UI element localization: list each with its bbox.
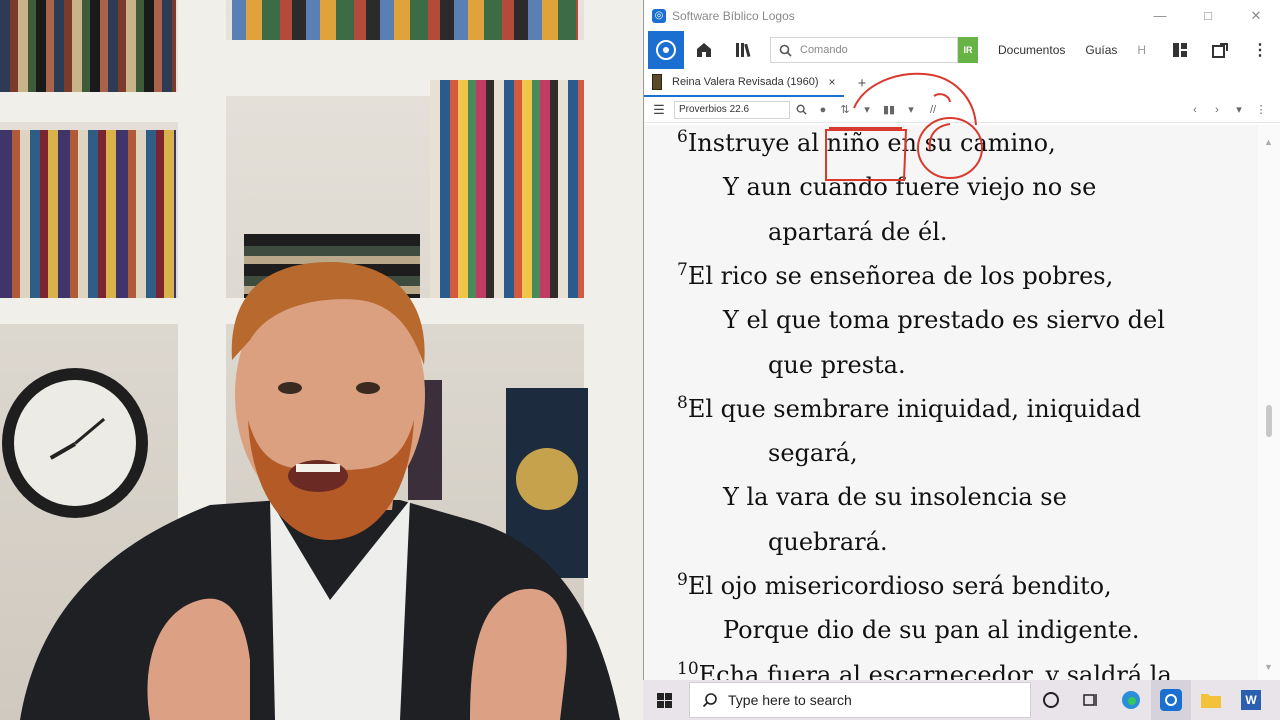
cortana-icon[interactable] xyxy=(1031,680,1071,720)
taskbar-search-input[interactable] xyxy=(728,692,1018,708)
task-view-icon[interactable] xyxy=(1071,680,1111,720)
scroll-thumb[interactable] xyxy=(1266,405,1272,437)
search-icon xyxy=(702,693,717,708)
file-explorer-icon[interactable] xyxy=(1191,680,1231,720)
vertical-scrollbar[interactable]: ▲ ▼ xyxy=(1258,125,1280,680)
scroll-up-icon[interactable]: ▲ xyxy=(1264,137,1273,147)
windows-taskbar: W xyxy=(643,680,1280,720)
word-icon[interactable]: W xyxy=(1231,680,1271,720)
presenter xyxy=(20,262,620,720)
windows-start-icon[interactable] xyxy=(643,680,685,720)
webcam-video xyxy=(0,0,643,720)
ink-annotations xyxy=(825,72,983,181)
taskbar-search[interactable] xyxy=(689,682,1031,718)
scroll-down-icon[interactable]: ▼ xyxy=(1264,662,1273,672)
logos-window: ◎ Software Bíblico Logos — □ ✕ IR Docume… xyxy=(643,0,1280,680)
edge-icon[interactable] xyxy=(1111,680,1151,720)
logos-icon[interactable] xyxy=(1151,680,1191,720)
